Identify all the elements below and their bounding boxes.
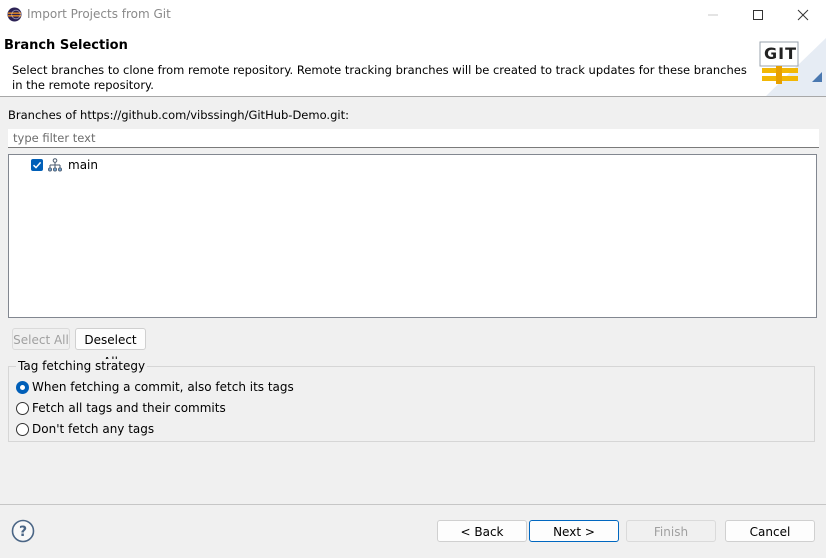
- branch-tree[interactable]: main: [8, 154, 817, 318]
- checkmark-icon: [32, 161, 42, 169]
- minimize-button[interactable]: [690, 0, 736, 30]
- radio-label: Don't fetch any tags: [32, 422, 155, 436]
- minimize-icon: [708, 14, 718, 16]
- wizard-header: Branch Selection Select branches to clon…: [0, 30, 826, 97]
- radio-button[interactable]: [16, 402, 29, 415]
- page-title: Branch Selection: [4, 38, 128, 53]
- title-bar: Import Projects from Git: [0, 0, 826, 30]
- svg-text:?: ?: [19, 524, 27, 540]
- tag-strategy-legend: Tag fetching strategy: [16, 359, 148, 373]
- finish-button[interactable]: Finish: [626, 520, 716, 542]
- radio-label: Fetch all tags and their commits: [32, 401, 226, 415]
- branches-label: Branches of https://github.com/vibssingh…: [8, 108, 349, 122]
- window-title: Import Projects from Git: [27, 7, 171, 21]
- git-logo: GIT: [756, 38, 826, 96]
- git-logo-text: GIT: [764, 44, 797, 63]
- branch-icon: [47, 158, 62, 172]
- eclipse-app-icon: [7, 7, 22, 22]
- help-icon[interactable]: ?: [11, 519, 35, 543]
- close-icon: [797, 9, 809, 21]
- page-description: Select branches to clone from remote rep…: [12, 63, 747, 92]
- tree-row-main[interactable]: main: [9, 156, 815, 174]
- branch-checkbox[interactable]: [31, 159, 43, 171]
- branch-name: main: [68, 158, 98, 172]
- footer-separator: [0, 504, 826, 505]
- maximize-icon: [753, 10, 763, 20]
- close-button[interactable]: [780, 0, 826, 30]
- cancel-button[interactable]: Cancel: [725, 520, 815, 542]
- filter-input[interactable]: [8, 129, 819, 148]
- radio-button[interactable]: [16, 423, 29, 436]
- maximize-button[interactable]: [735, 0, 781, 30]
- next-button[interactable]: Next >: [529, 520, 619, 542]
- deselect-all-button[interactable]: Deselect All: [75, 328, 146, 369]
- radio-button-selected[interactable]: [16, 381, 29, 394]
- radio-label: When fetching a commit, also fetch its t…: [32, 380, 294, 394]
- back-button[interactable]: < Back: [437, 520, 527, 542]
- select-all-button[interactable]: Select All: [12, 328, 70, 350]
